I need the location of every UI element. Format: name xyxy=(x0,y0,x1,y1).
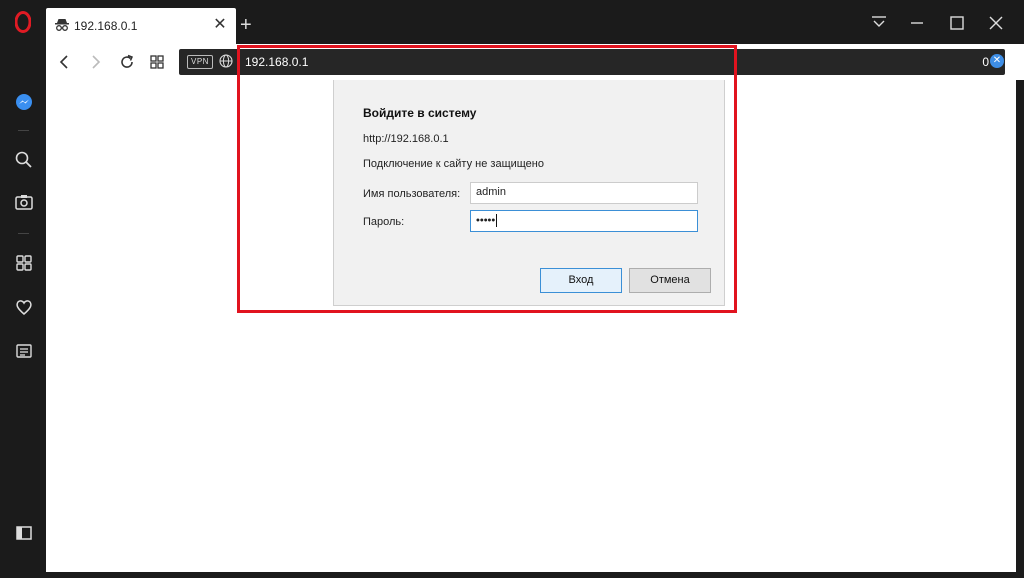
forward-icon[interactable] xyxy=(86,53,104,71)
minimize-icon[interactable] xyxy=(908,14,926,32)
sidebar-divider xyxy=(18,233,29,234)
maximize-icon[interactable] xyxy=(948,14,966,32)
search-icon[interactable] xyxy=(14,150,34,170)
new-tab-button[interactable]: + xyxy=(240,15,256,35)
camera-icon[interactable] xyxy=(14,192,34,212)
highlight-frame xyxy=(237,45,737,313)
reload-icon[interactable] xyxy=(118,53,136,71)
speed-dial-icon[interactable] xyxy=(14,253,34,273)
sidebar xyxy=(0,0,46,578)
ad-block-icon[interactable]: ✕ xyxy=(990,54,1004,68)
close-window-icon[interactable] xyxy=(987,14,1005,32)
ad-block-count: 0 xyxy=(982,55,989,69)
vpn-badge[interactable]: VPN xyxy=(187,55,213,69)
incognito-icon xyxy=(55,19,69,31)
sidebar-toggle-icon[interactable] xyxy=(14,523,34,543)
tab-title: 192.168.0.1 xyxy=(74,19,138,33)
tab-menu-icon[interactable] xyxy=(870,14,888,32)
tab-active[interactable]: 192.168.0.1 ✕ xyxy=(46,8,236,44)
sidebar-divider xyxy=(18,130,29,131)
opera-logo[interactable] xyxy=(15,11,31,33)
heart-icon[interactable] xyxy=(14,297,34,317)
tab-close-icon[interactable]: ✕ xyxy=(212,17,228,33)
back-icon[interactable] xyxy=(56,53,74,71)
globe-icon[interactable] xyxy=(219,54,233,68)
news-icon[interactable] xyxy=(14,341,34,361)
messenger-icon[interactable] xyxy=(14,92,34,112)
speed-dial-icon[interactable] xyxy=(148,53,166,71)
